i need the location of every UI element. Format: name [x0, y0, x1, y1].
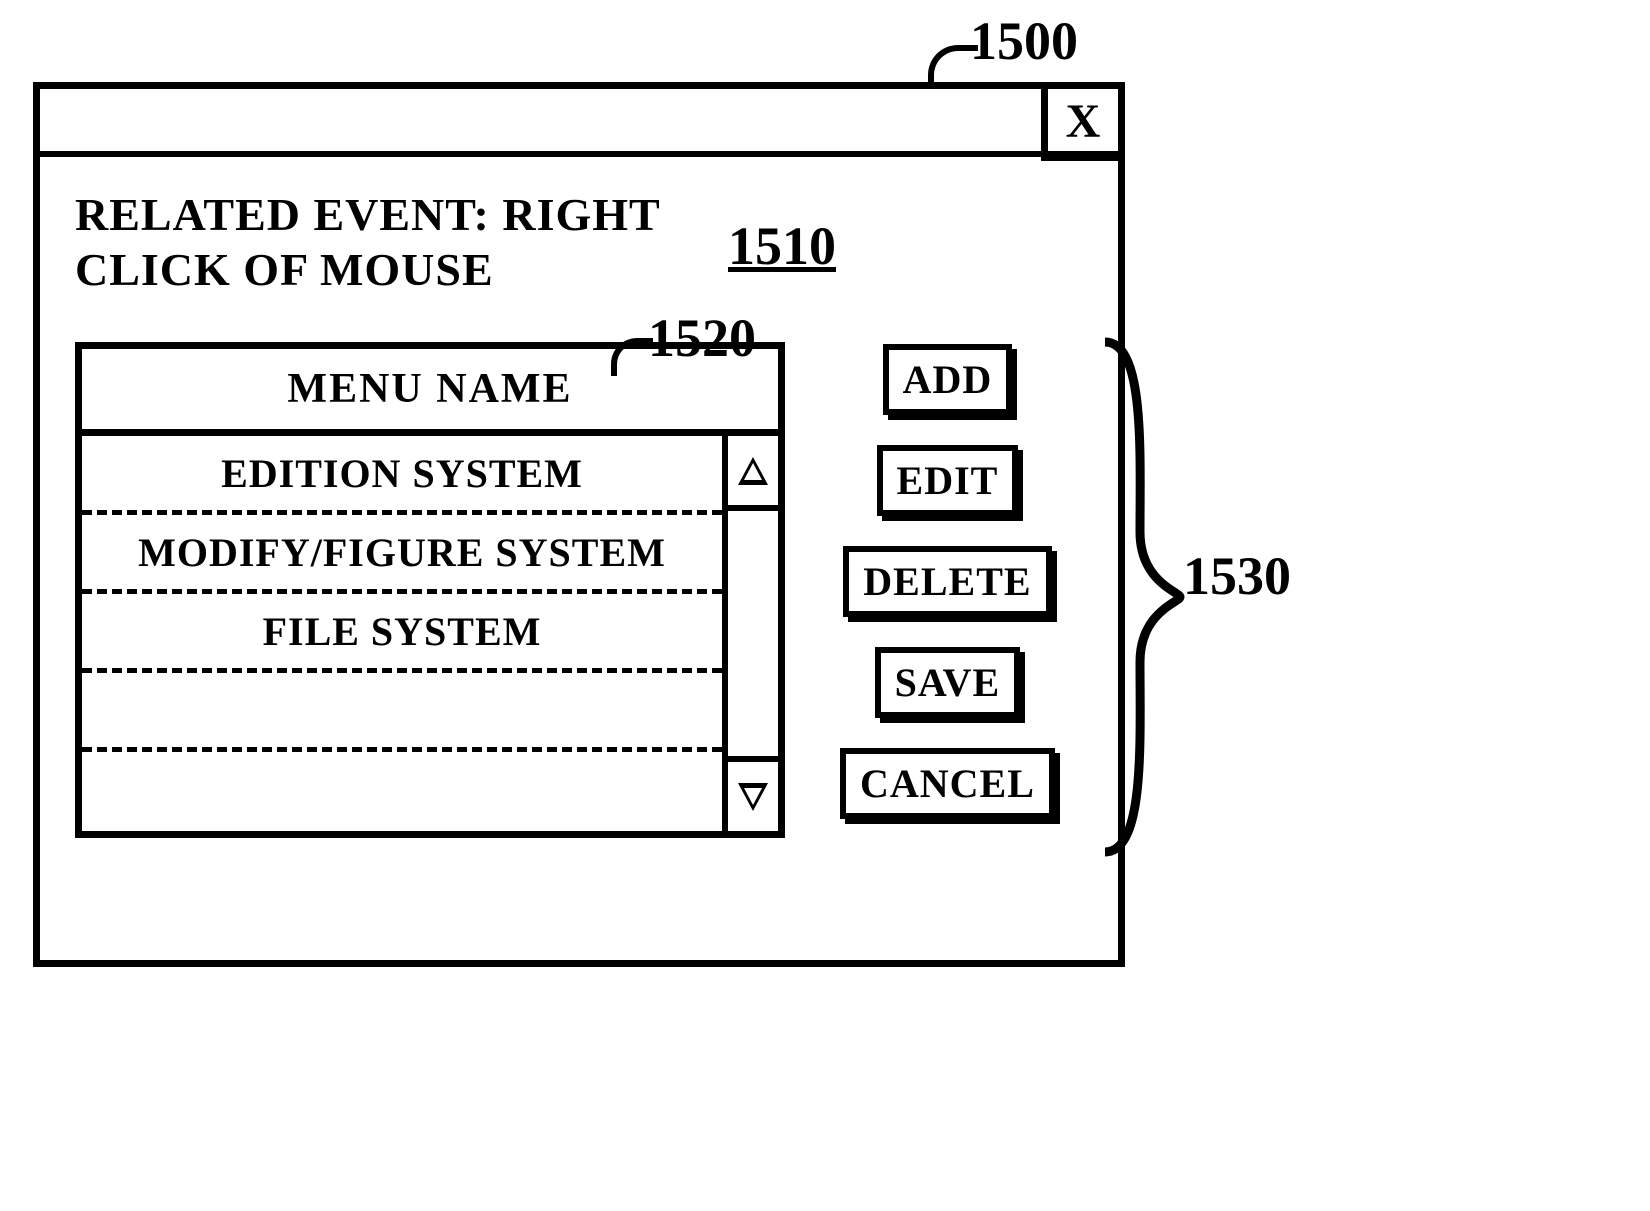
menu-listbox: MENU NAME EDITION SYSTEM MODIFY/FIGURE S… [75, 342, 785, 838]
add-button[interactable]: ADD [883, 344, 1013, 415]
callout-ref-1530: 1530 [1183, 545, 1291, 607]
callout-ref-1510: 1510 [728, 215, 836, 277]
listbox-body: EDITION SYSTEM MODIFY/FIGURE SYSTEM FILE… [82, 436, 778, 831]
list-item[interactable] [82, 752, 722, 831]
close-icon: X [1066, 94, 1101, 149]
list-items: EDITION SYSTEM MODIFY/FIGURE SYSTEM FILE… [82, 436, 722, 831]
triangle-up-icon [738, 457, 768, 485]
scrollbar [722, 436, 778, 831]
scroll-down-button[interactable] [728, 756, 778, 831]
dialog-content: RELATED EVENT: RIGHT CLICK OF MOUSE MENU… [40, 157, 1118, 960]
list-item[interactable]: EDITION SYSTEM [82, 436, 722, 515]
related-event-label: RELATED EVENT: RIGHT CLICK OF MOUSE [75, 187, 715, 297]
curly-brace-icon [1095, 332, 1185, 862]
callout-ref-1500: 1500 [970, 10, 1078, 72]
list-item[interactable]: MODIFY/FIGURE SYSTEM [82, 515, 722, 594]
edit-button[interactable]: EDIT [877, 445, 1019, 516]
cancel-button[interactable]: CANCEL [840, 748, 1055, 819]
titlebar: X [40, 89, 1118, 157]
scroll-track[interactable] [728, 511, 778, 756]
lower-panel: MENU NAME EDITION SYSTEM MODIFY/FIGURE S… [75, 342, 1083, 838]
scroll-up-button[interactable] [728, 436, 778, 511]
list-item[interactable] [82, 673, 722, 752]
dialog-window: X RELATED EVENT: RIGHT CLICK OF MOUSE ME… [33, 82, 1125, 967]
triangle-down-icon [738, 783, 768, 811]
button-column: ADD EDIT DELETE SAVE CANCEL [840, 342, 1055, 819]
list-item[interactable]: FILE SYSTEM [82, 594, 722, 673]
close-button[interactable]: X [1041, 82, 1125, 161]
save-button[interactable]: SAVE [875, 647, 1021, 718]
delete-button[interactable]: DELETE [843, 546, 1051, 617]
callout-ref-1520: 1520 [648, 307, 756, 369]
